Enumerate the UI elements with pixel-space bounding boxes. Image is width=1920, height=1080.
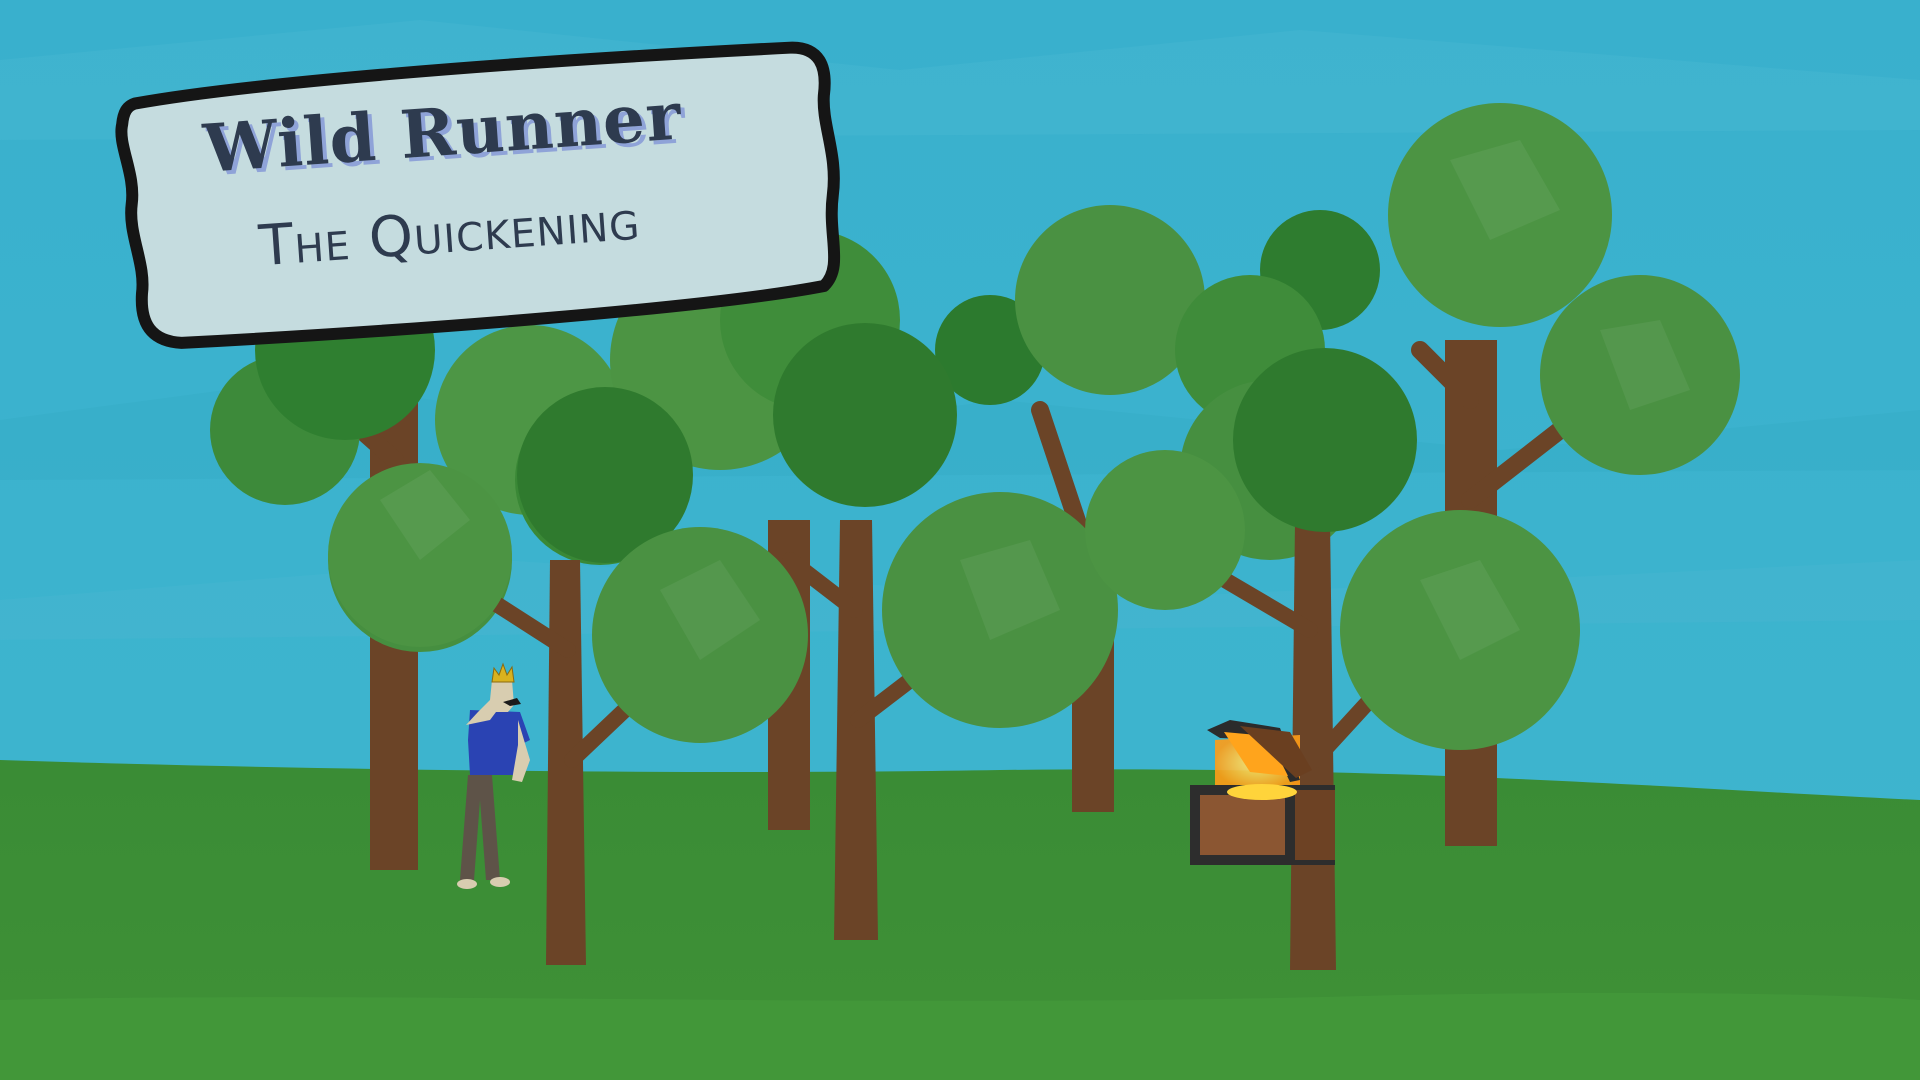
player-head xyxy=(490,680,514,712)
ground-shade xyxy=(0,992,1920,1080)
title-sign: Wild Runner The Quickening xyxy=(93,34,858,358)
player-shoe-right xyxy=(490,877,510,887)
chest-gold xyxy=(1227,784,1297,800)
chest-body-corner-left xyxy=(1190,785,1200,865)
game-scene: Wild Runner The Quickening xyxy=(0,0,1920,1080)
chest-body-side xyxy=(1295,790,1335,860)
player-shoe-left xyxy=(457,879,477,889)
